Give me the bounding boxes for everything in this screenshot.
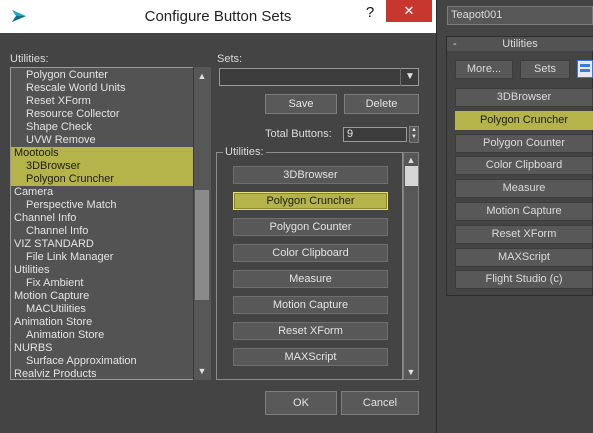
set-button[interactable]: Reset XForm — [233, 322, 388, 340]
utilities-group-box — [216, 152, 403, 380]
list-scroll-thumb[interactable] — [195, 190, 209, 300]
rollout-header[interactable]: - Utilities — [447, 37, 593, 51]
list-item[interactable]: Mootools — [11, 147, 194, 160]
list-item[interactable]: Realviz Products — [11, 368, 194, 379]
help-icon[interactable]: ? — [362, 4, 378, 22]
list-item[interactable]: Reset XForm — [11, 95, 194, 108]
list-item[interactable]: Shape Check — [11, 121, 194, 134]
list-item[interactable]: Resource Collector — [11, 108, 194, 121]
list-item[interactable]: Channel Info — [11, 225, 194, 238]
list-item[interactable]: Perspective Match — [11, 199, 194, 212]
list-item[interactable]: Polygon Counter — [11, 69, 194, 82]
title-bar[interactable]: Configure Button Sets ? ✕ — [0, 0, 436, 33]
list-item[interactable]: Surface Approximation — [11, 355, 194, 368]
set-button[interactable]: Polygon Counter — [233, 218, 388, 236]
configure-button-sets-dialog: Configure Button Sets ? ✕ Utilities: Pol… — [0, 0, 437, 433]
save-button[interactable]: Save — [265, 94, 337, 114]
utilities-list[interactable]: Polygon Counter Rescale World Units Reset … — [10, 67, 211, 380]
total-buttons-field[interactable]: 9 — [343, 127, 407, 142]
list-item[interactable]: File Link Manager — [11, 251, 194, 264]
cancel-button[interactable]: Cancel — [341, 391, 419, 415]
panel-utility-button[interactable]: Color Clipboard — [455, 156, 593, 176]
list-item[interactable]: Channel Info — [11, 212, 194, 225]
set-button[interactable]: Measure — [233, 270, 388, 288]
panel-utility-button[interactable]: Motion Capture — [455, 202, 593, 221]
scroll-down-icon[interactable]: ▼ — [404, 366, 418, 378]
set-button[interactable]: Polygon Cruncher — [233, 192, 388, 210]
scroll-up-icon[interactable]: ▲ — [195, 70, 209, 82]
panel-utility-button[interactable]: Polygon Cruncher — [455, 110, 593, 130]
configure-sets-icon[interactable] — [577, 60, 593, 78]
list-item[interactable]: NURBS — [11, 342, 194, 355]
spinner-icon[interactable]: ▲ ▼ — [409, 126, 419, 143]
list-item[interactable]: Fix Ambient — [11, 277, 194, 290]
panel-utility-button[interactable]: 3DBrowser — [455, 88, 593, 107]
utilities-list-label: Utilities: — [10, 53, 49, 65]
set-button[interactable]: Motion Capture — [233, 296, 388, 314]
sets-button[interactable]: Sets — [520, 60, 570, 79]
list-item[interactable]: Rescale World Units — [11, 82, 194, 95]
more-button[interactable]: More... — [455, 60, 513, 79]
list-item[interactable]: Utilities — [11, 264, 194, 277]
set-button[interactable]: MAXScript — [233, 348, 388, 366]
panel-utility-button[interactable]: Flight Studio (c) — [455, 270, 593, 290]
rollout-title: Utilities — [502, 38, 538, 50]
object-name-field[interactable]: Teapot001 — [447, 6, 593, 25]
list-item[interactable]: Animation Store — [11, 316, 194, 329]
utilities-group-label: Utilities: — [223, 146, 266, 158]
chevron-down-icon[interactable]: ▼ — [400, 68, 419, 86]
set-button[interactable]: Color Clipboard — [233, 244, 388, 262]
panel-utility-button[interactable]: Measure — [455, 179, 593, 199]
set-button[interactable]: 3DBrowser — [233, 166, 388, 184]
panel-utility-button[interactable]: Polygon Counter — [455, 133, 593, 153]
delete-button[interactable]: Delete — [344, 94, 419, 114]
sets-label: Sets: — [217, 53, 243, 65]
sets-dropdown[interactable] — [219, 68, 419, 86]
list-item[interactable]: VIZ STANDARD — [11, 238, 194, 251]
close-icon[interactable]: ✕ — [386, 0, 432, 22]
list-item[interactable]: Camera — [11, 186, 194, 199]
list-item[interactable]: Motion Capture — [11, 290, 194, 303]
list-item[interactable]: Animation Store — [11, 329, 194, 342]
group-scroll-thumb[interactable] — [405, 166, 418, 186]
total-buttons-label: Total Buttons: — [265, 128, 332, 140]
list-item[interactable]: 3DBrowser — [11, 160, 194, 173]
scroll-up-icon[interactable]: ▲ — [404, 154, 418, 166]
list-item[interactable]: MACUtilities — [11, 303, 194, 316]
panel-utility-button[interactable]: Reset XForm — [455, 224, 593, 244]
scroll-down-icon[interactable]: ▼ — [195, 365, 209, 377]
group-scrollbar[interactable]: ▲ ▼ — [403, 152, 419, 380]
list-item[interactable]: Polygon Cruncher — [11, 173, 194, 186]
list-item[interactable]: UVW Remove — [11, 134, 194, 147]
ok-button[interactable]: OK — [265, 391, 337, 415]
panel-utility-button[interactable]: MAXScript — [455, 247, 593, 267]
